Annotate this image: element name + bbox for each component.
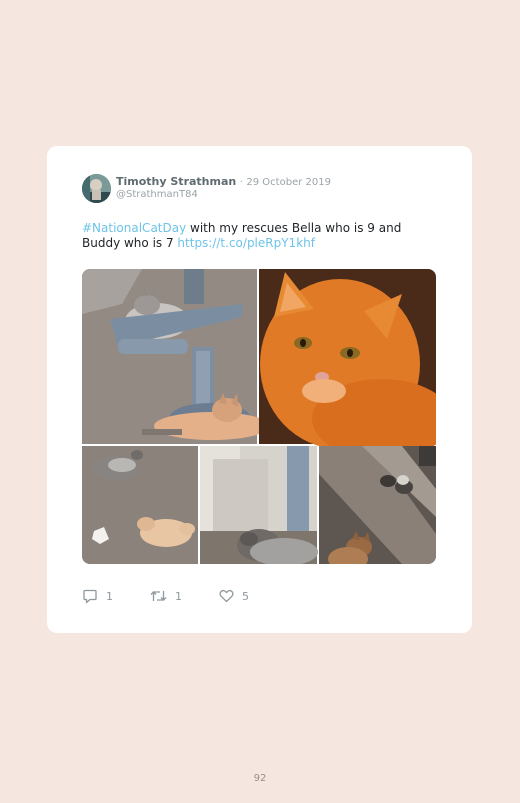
tweet-actions: 1 1 5 (82, 588, 332, 604)
retweet-button[interactable]: 1 (150, 588, 182, 604)
hashtag-link[interactable]: #NationalCatDay (82, 221, 186, 235)
avatar-image (82, 174, 111, 203)
like-count: 5 (242, 589, 249, 603)
tweet-url-link[interactable]: https://t.co/pleRpY1khf (177, 236, 315, 250)
tweet-card: Timothy Strathman · 29 October 2019 @Str… (47, 146, 472, 633)
author-handle[interactable]: @StrathmanT84 (116, 189, 198, 201)
photo-cat-by-door[interactable] (200, 446, 318, 564)
author-line: Timothy Strathman · 29 October 2019 (116, 175, 331, 190)
page: Timothy Strathman · 29 October 2019 @Str… (0, 0, 520, 803)
reply-count: 1 (106, 589, 113, 603)
photo-cats-on-carpet[interactable] (82, 446, 198, 564)
photo-cat-tree[interactable] (82, 269, 270, 444)
retweet-icon (150, 591, 167, 601)
page-number: 92 (253, 773, 267, 784)
media-grid (82, 269, 436, 564)
photo-cats-in-sunlight[interactable] (319, 446, 436, 564)
meta-separator: · (239, 177, 243, 188)
reply-button[interactable]: 1 (82, 588, 113, 604)
reply-icon (83, 589, 97, 603)
retweet-count: 1 (175, 589, 182, 603)
heart-icon (219, 589, 234, 603)
tweet-date[interactable]: 29 October 2019 (246, 177, 331, 188)
avatar[interactable] (82, 174, 111, 203)
photo-orange-cat-closeup[interactable] (259, 269, 436, 459)
tweet-header: Timothy Strathman · 29 October 2019 @Str… (82, 174, 432, 204)
author-name[interactable]: Timothy Strathman (116, 175, 236, 188)
like-button[interactable]: 5 (219, 588, 249, 604)
tweet-text: #NationalCatDay with my rescues Bella wh… (82, 221, 442, 251)
